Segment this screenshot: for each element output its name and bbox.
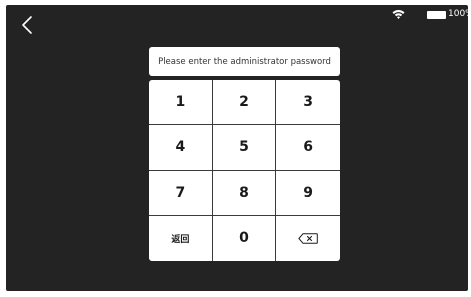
key-5[interactable]: 5	[212, 125, 277, 171]
key-6[interactable]: 6	[276, 125, 340, 171]
battery-percent: 100%	[448, 9, 468, 19]
backspace-icon	[298, 233, 318, 244]
battery-icon	[427, 11, 446, 19]
key-2[interactable]: 2	[212, 80, 277, 126]
back-button[interactable]	[16, 13, 40, 37]
key-1[interactable]: 1	[149, 80, 213, 126]
password-prompt: Please enter the administrator password	[149, 47, 340, 76]
numeric-keypad: 1 2 3 4 5 6 7 8 9 返回 0	[149, 80, 340, 261]
return-button[interactable]: 返回	[149, 215, 213, 261]
screen: 100% Please enter the administrator pass…	[6, 5, 468, 291]
key-7[interactable]: 7	[149, 170, 213, 216]
key-3[interactable]: 3	[276, 80, 340, 126]
backspace-button[interactable]	[276, 216, 340, 261]
key-9[interactable]: 9	[276, 171, 340, 216]
chevron-left-icon	[22, 16, 32, 34]
password-dialog: Please enter the administrator password …	[149, 47, 340, 261]
key-4[interactable]: 4	[149, 125, 213, 171]
key-8[interactable]: 8	[212, 170, 277, 216]
wifi-icon	[392, 10, 405, 19]
key-0[interactable]: 0	[213, 215, 277, 261]
